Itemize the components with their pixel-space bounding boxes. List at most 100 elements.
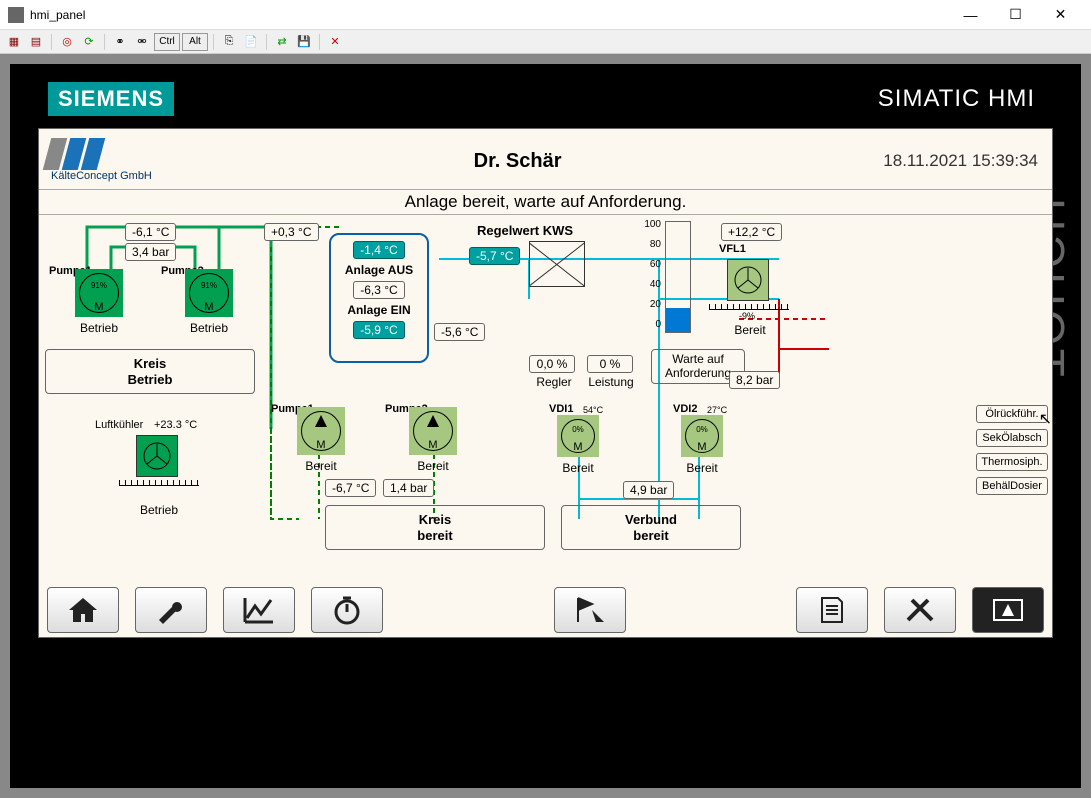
verbund-l1: Verbund	[570, 512, 732, 528]
heat-exchanger-icon	[529, 241, 585, 287]
nav-timer-button[interactable]	[311, 587, 383, 633]
customer-logo-text: KälteConcept GmbH	[51, 170, 152, 182]
vdi2-state: Bereit	[677, 461, 727, 475]
leistung-label: Leistung	[581, 375, 641, 389]
tool-alt-key[interactable]: Alt	[182, 33, 208, 51]
anlage-out-val: -5,6 °C	[434, 323, 485, 341]
kws-val: -5,7 °C	[469, 247, 520, 265]
vdi1-state: Bereit	[553, 461, 603, 475]
leistung-value: 0 %	[587, 355, 633, 373]
process-diagram: Pumpe1 91% M Betrieb Pumpe2 91% M Betrie…	[39, 219, 1052, 581]
anlage-bot-val: -5,9 °C	[353, 321, 404, 339]
nav-settings-button[interactable]	[135, 587, 207, 633]
side-btn-oelrueckfuehr[interactable]: Ölrückführ.	[976, 405, 1048, 423]
vfl-fan-icon[interactable]	[727, 259, 769, 301]
nav-alarm-flag-button[interactable]	[554, 587, 626, 633]
tool-open-icon[interactable]: ▦	[4, 33, 24, 51]
tool-target-icon[interactable]: ◎	[57, 33, 77, 51]
siemens-logo: SIEMENS	[48, 82, 174, 116]
anlage-control-box[interactable]: -1,4 °C Anlage AUS -6,3 °C Anlage EIN -5…	[329, 233, 429, 363]
screen-header: KälteConcept GmbH Dr. Schär 18.11.2021 1…	[39, 129, 1052, 189]
window-title: hmi_panel	[30, 8, 948, 22]
tool-ctrl-key[interactable]: Ctrl	[154, 33, 180, 51]
nav-tools-button[interactable]	[884, 587, 956, 633]
nav-system-alarm-button[interactable]	[972, 587, 1044, 633]
circuit2-status-box[interactable]: Kreis bereit	[325, 505, 545, 550]
tool-refresh-icon[interactable]: ⟳	[79, 33, 99, 51]
tool-save-icon[interactable]: 💾	[294, 33, 314, 51]
nav-home-button[interactable]	[47, 587, 119, 633]
pump2-state: Betrieb	[179, 321, 239, 335]
timestamp: 18.11.2021 15:39:34	[883, 151, 1038, 171]
tool-delete-icon[interactable]: ✕	[325, 33, 345, 51]
aircooler-fan-icon[interactable]	[136, 435, 178, 477]
circuit2-temp: -6,7 °C	[325, 479, 376, 497]
tool-paste-icon[interactable]: 📄	[241, 33, 261, 51]
vdi2-label: VDI2	[673, 403, 697, 415]
circuit1-pressure: 3,4 bar	[125, 243, 176, 261]
close-button[interactable]: ✕	[1038, 1, 1083, 29]
side-btn-sekoelabsch[interactable]: SekÖlabsch	[976, 429, 1048, 447]
vdi1-icon[interactable]: 0% M	[557, 415, 599, 457]
vdi2-icon[interactable]: 0% M	[681, 415, 723, 457]
aircooler-scale	[119, 485, 199, 497]
toolbar: ▦ ▤ ◎ ⟳ ⚭ ⚮ Ctrl Alt ⎘ 📄 ⇄ 💾 ✕	[0, 30, 1091, 54]
circuit1-status-l2: Betrieb	[54, 372, 246, 388]
customer-logo-icon	[47, 138, 101, 170]
side-btn-thermosiph[interactable]: Thermosiph.	[976, 453, 1048, 471]
nav-trend-button[interactable]	[223, 587, 295, 633]
simatic-hmi-label: SIMATIC HMI	[878, 85, 1035, 113]
circuit2-status-l1: Kreis	[334, 512, 536, 528]
nav-report-button[interactable]	[796, 587, 868, 633]
pump4-m: M	[409, 439, 457, 451]
circuit2-status-l2: bereit	[334, 528, 536, 544]
pump3-icon[interactable]: M	[297, 407, 345, 455]
vdi2-sub: 27°C	[707, 405, 727, 415]
circuit2-pressure: 1,4 bar	[383, 479, 434, 497]
aircooler-label: Luftkühler	[95, 419, 143, 431]
hmi-screen[interactable]: KälteConcept GmbH Dr. Schär 18.11.2021 1…	[38, 128, 1053, 638]
kws-status-l1: Warte auf	[654, 352, 742, 366]
verbund-status-box[interactable]: Verbund bereit	[561, 505, 741, 550]
bargraph-fill	[666, 308, 690, 332]
kws-label: Regelwert KWS	[477, 223, 573, 238]
pump4-state: Bereit	[405, 459, 461, 473]
vdi1-sub: 54°C	[583, 405, 603, 415]
anlage-aus-label: Anlage AUS	[331, 263, 427, 277]
bargraph	[665, 221, 691, 333]
side-btn-behaeldosier[interactable]: BehälDosier	[976, 477, 1048, 495]
anlage-top-val: -1,4 °C	[353, 241, 404, 259]
pump3-m: M	[297, 439, 345, 451]
tool-unlink-icon[interactable]: ⚮	[132, 33, 152, 51]
vfl-state: Bereit	[727, 323, 773, 337]
tool-doc-icon[interactable]: ▤	[26, 33, 46, 51]
panel-outer-frame: SIEMENS SIMATIC HMI TOUCH KälteConcept G…	[0, 54, 1091, 798]
pump1-percent: 91%	[75, 281, 123, 290]
pump4-icon[interactable]: M	[409, 407, 457, 455]
bargraph-scale: 100806040200	[639, 219, 661, 339]
vfl-scale-val: -9%	[739, 311, 755, 321]
pump2-percent: 91%	[185, 281, 233, 290]
circuit1-temp: -6,1 °C	[125, 223, 176, 241]
pump2-icon[interactable]: 91% M	[185, 269, 233, 317]
maximize-button[interactable]: ☐	[993, 1, 1038, 29]
kws-pressure: 8,2 bar	[729, 371, 780, 389]
panel-bezel: SIEMENS SIMATIC HMI TOUCH KälteConcept G…	[10, 64, 1081, 788]
anlage-in-temp: +0,3 °C	[264, 223, 319, 241]
tool-link-icon[interactable]: ⚭	[110, 33, 130, 51]
plant-status-line: Anlage bereit, warte auf Anforderung.	[39, 189, 1052, 215]
app-icon	[8, 7, 24, 23]
vfl-label: VFL1	[719, 243, 746, 255]
anlage-ein-label: Anlage EIN	[331, 303, 427, 317]
circuit1-status-box[interactable]: Kreis Betrieb	[45, 349, 255, 394]
verbund-l2: bereit	[570, 528, 732, 544]
tool-copy-icon[interactable]: ⎘	[219, 33, 239, 51]
tool-transfer-icon[interactable]: ⇄	[272, 33, 292, 51]
pump1-icon[interactable]: 91% M	[75, 269, 123, 317]
kws-low-pressure: 4,9 bar	[623, 481, 674, 499]
pump1-m: M	[75, 301, 123, 313]
aircooler-temp: +23.3 °C	[154, 419, 197, 431]
vdi2-m: M	[681, 441, 723, 453]
minimize-button[interactable]: —	[948, 1, 993, 29]
vfl-temp: +12,2 °C	[721, 223, 782, 241]
